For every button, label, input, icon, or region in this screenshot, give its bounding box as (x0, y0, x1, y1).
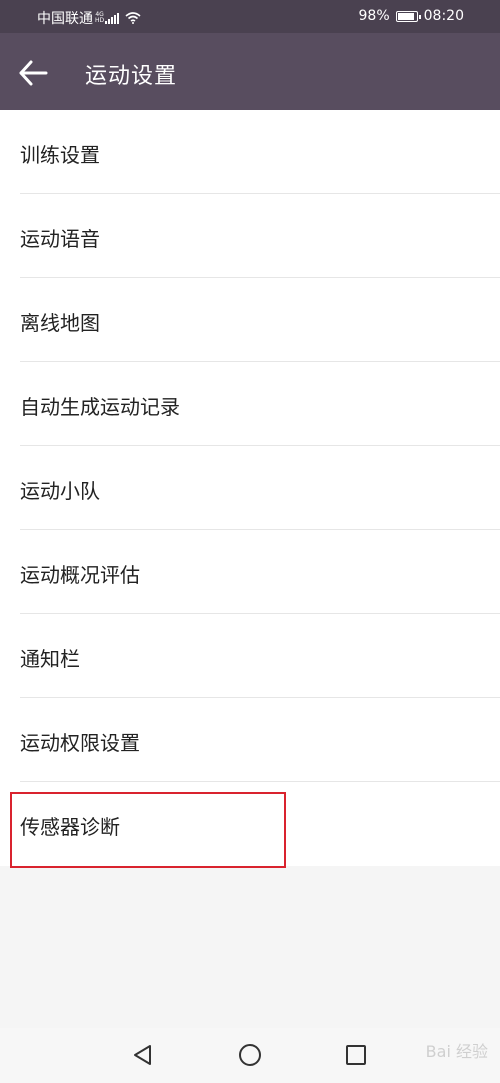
settings-item-permissions[interactable]: 运动权限设置 (0, 698, 500, 782)
back-button[interactable] (14, 53, 54, 93)
nav-back-button[interactable] (130, 1042, 156, 1068)
settings-item-auto-record[interactable]: 自动生成运动记录 (0, 362, 500, 446)
nav-home-button[interactable] (237, 1042, 263, 1068)
settings-list: 训练设置 运动语音 离线地图 自动生成运动记录 运动小队 运动概况评估 通知栏 … (0, 110, 500, 866)
settings-item-team[interactable]: 运动小队 (0, 446, 500, 530)
settings-item-assessment[interactable]: 运动概况评估 (0, 530, 500, 614)
signal-icon (105, 12, 120, 24)
network-hd: HD (95, 17, 105, 24)
settings-item-training[interactable]: 训练设置 (0, 110, 500, 194)
clock: 08:20 (423, 8, 464, 24)
square-recents-icon (346, 1045, 366, 1065)
status-left: 中国联通 4G HD (37, 8, 141, 28)
network-type: 4G HD (95, 12, 104, 24)
arrow-left-icon (19, 60, 48, 86)
settings-item-offline-map[interactable]: 离线地图 (0, 278, 500, 362)
carrier-name: 中国联通 (37, 11, 93, 27)
settings-item-label: 训练设置 (20, 143, 100, 167)
highlight-box (10, 792, 286, 868)
app-bar: 运动设置 (0, 33, 500, 110)
circle-home-icon (239, 1044, 261, 1066)
wifi-icon (125, 12, 141, 24)
settings-item-label: 离线地图 (20, 311, 100, 335)
watermark: Bai 经验 (425, 1042, 488, 1061)
settings-item-label: 运动小队 (20, 479, 100, 503)
battery-fill (397, 12, 415, 20)
status-bar: 中国联通 4G HD 98% 08:20 (0, 0, 500, 33)
navigation-bar: Bai 经验 (0, 1028, 500, 1083)
settings-item-label: 运动概况评估 (20, 563, 140, 587)
settings-item-label: 自动生成运动记录 (20, 395, 180, 419)
settings-item-notification[interactable]: 通知栏 (0, 614, 500, 698)
settings-item-label: 通知栏 (20, 647, 80, 671)
battery-percent: 98% (358, 8, 390, 24)
nav-recents-button[interactable] (343, 1042, 369, 1068)
battery-icon (395, 10, 421, 22)
settings-item-label: 运动语音 (20, 227, 100, 251)
settings-item-voice[interactable]: 运动语音 (0, 194, 500, 278)
page-title: 运动设置 (85, 64, 178, 89)
settings-item-label: 运动权限设置 (20, 731, 140, 755)
status-right: 98% 08:20 (359, 8, 464, 24)
triangle-back-icon (134, 1045, 151, 1065)
